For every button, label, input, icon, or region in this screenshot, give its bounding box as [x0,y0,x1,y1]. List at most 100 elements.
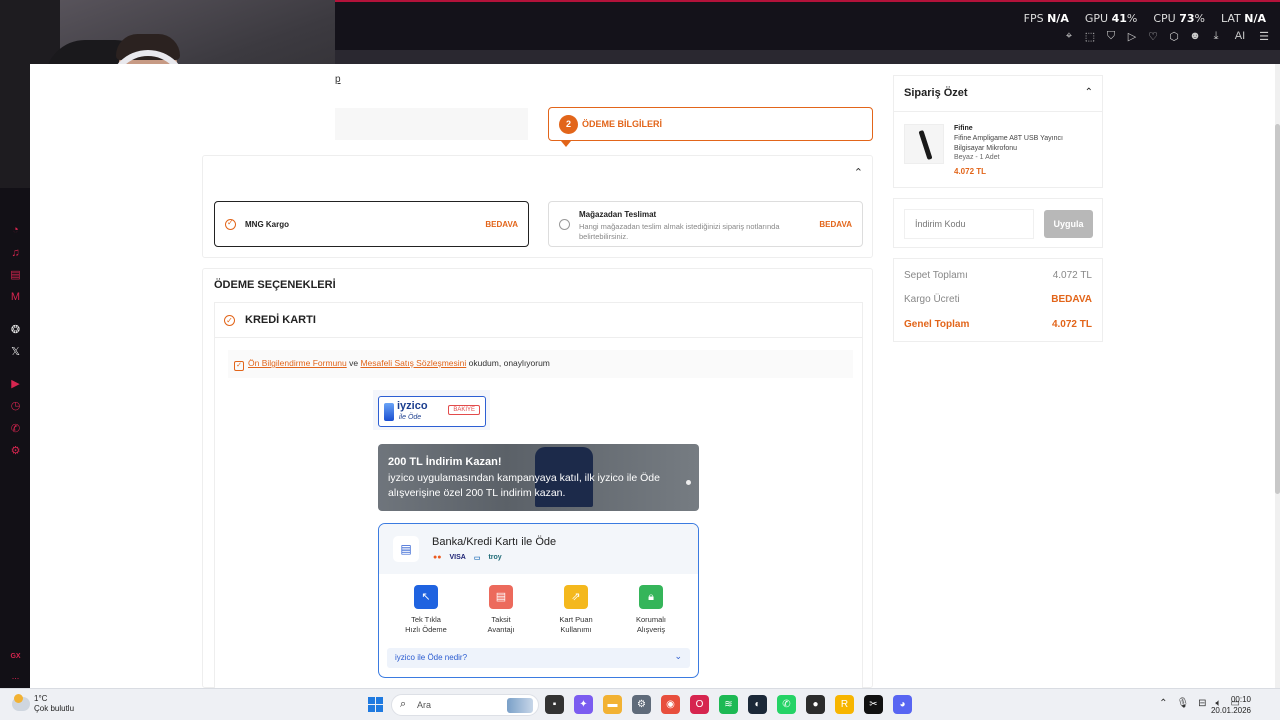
coupon-input[interactable] [904,209,1034,239]
step-label: ÖDEME BİLGİLERİ [582,119,663,129]
totals-section: Sepet Toplamı 4.072 TL Kargo Ücreti BEDAVA… [893,258,1103,342]
product-image [904,124,944,164]
card-icon: ▤ [393,536,419,562]
whatsapp-icon[interactable]: ✆ [9,423,22,436]
credit-card-option[interactable]: ✓ KREDİ KARTI [214,302,863,338]
shipping-option-desc: Hangi mağazadan teslim almak istediğiniz… [579,222,780,241]
agreement-checkbox[interactable]: ✓ [234,361,244,371]
cursor-icon: ↖ [414,585,438,609]
iyzico-promo-banner[interactable]: 200 TL İndirim Kazan! iyzico uygulamasın… [378,444,699,511]
heart-icon[interactable]: ♡ [1147,30,1159,43]
ai-icon[interactable]: AI [1231,30,1249,43]
taskbar-clock[interactable]: 00:10 20.01.2026 [1211,694,1251,716]
chevron-up-icon[interactable]: ⌃ [1085,87,1093,98]
carousel-dot[interactable] [686,480,691,485]
radio-selected-icon[interactable] [225,218,236,230]
speed-dial-icon[interactable]: ◔ [9,224,22,237]
extensions-icon[interactable]: ⬡ [1168,30,1180,43]
page-scrollbar[interactable] [1275,64,1280,688]
iyzico-logo[interactable]: iyzico ile Öde BAKİYE [378,396,486,427]
product-variant: Beyaz - 1 Adet [954,154,1000,161]
faq-label: iyzico ile Öde nedir? [395,653,468,662]
microphone-image [918,129,933,161]
iyzico-logo-text: iyzico [397,400,428,412]
taskbar-search[interactable]: ⌕ Ara [391,694,539,716]
settings-icon[interactable]: ⚙ [632,695,651,714]
feature-item: ▤ Taksit Avantajı [466,585,536,635]
step-previous[interactable] [335,108,528,140]
amex-logo-icon: ▭ [473,555,481,562]
subtotal-value: 4.072 TL [1052,270,1092,281]
chevron-down-icon[interactable]: ⌄ [674,651,682,662]
file-explorer-icon[interactable]: ▬ [603,695,622,714]
feature-label-line2: Hızlı Ödeme [405,625,447,634]
music-icon[interactable]: ♫ [9,247,22,260]
menu-icon[interactable]: ☰ [1258,30,1270,43]
distance-sales-link[interactable]: Mesafeli Satış Sözleşmesini [360,358,466,368]
windows-start-icon[interactable] [368,697,383,712]
download-icon[interactable]: ⤓ [1210,30,1222,43]
profile-icon[interactable]: ☻ [1189,30,1201,43]
steam-icon[interactable]: ◐ [748,695,767,714]
gx-label[interactable]: GX [9,650,22,663]
preliminary-info-link[interactable]: Ön Bilgilendirme Formunu [248,358,347,368]
x-icon[interactable]: 𝕏 [9,346,22,359]
microphone-icon[interactable]: 🎙︎ [1176,698,1189,709]
iyzico-logo-sub: ile Öde [399,414,422,421]
grand-total-label: Genel Toplam [904,319,970,330]
points-icon: ⇗ [564,585,588,609]
mail-icon[interactable]: M [9,291,22,304]
apply-coupon-button[interactable]: Uygula [1044,210,1093,238]
feature-label: Korumalı Alışveriş [616,615,686,635]
search-placeholder: Ara [417,700,432,710]
more-icon[interactable]: ... [9,670,22,683]
order-summary: Sipariş Özet ⌃ Fifine Fifine Ampligame A… [893,75,1103,188]
bank-card-header: ▤ Banka/Kredi Kartı ile Öde ●● VISA ▭ troy [379,524,698,574]
whatsapp-icon[interactable]: ✆ [777,695,796,714]
feature-label-line2: Avantajı [487,625,515,634]
crop-icon[interactable]: ⬚ [1084,30,1096,43]
discord-icon[interactable]: ◕ [893,695,912,714]
chrome-icon[interactable]: ◉ [661,695,680,714]
shipping-option-store[interactable]: Mağazadan Teslimat Hangi mağazadan tesli… [548,201,863,247]
balance-badge: BAKİYE [448,405,480,415]
chatgpt-icon[interactable]: ❂ [9,324,22,337]
settings-icon[interactable]: ⚙ [9,445,22,458]
cpu-stat: CPU 73% [1153,12,1205,25]
check-circle-icon[interactable]: ✓ [224,315,235,326]
shipping-option-price: BEDAVA [485,220,518,229]
iyzico-faq[interactable]: iyzico ile Öde nedir? ⌄ [387,648,690,668]
lat-stat: LAT N/A [1220,12,1266,25]
pin-icon[interactable]: ⌖ [1063,30,1075,43]
back-link[interactable]: p [335,74,341,85]
opera-gx-icon[interactable]: O [690,695,709,714]
bank-card-payment[interactable]: ▤ Banka/Kredi Kartı ile Öde ●● VISA ▭ troy … [378,523,699,678]
troy-logo-icon: troy [488,554,502,561]
player-icon[interactable]: ▶ [9,378,22,391]
scrollbar-thumb[interactable] [1275,124,1280,494]
card-brands: ●● VISA ▭ troy [433,554,502,562]
spotify-icon[interactable]: ≋ [719,695,738,714]
browser-sidebar: ◔ ♫ ▤ M ❂ 𝕏 ▶ ◷ ✆ ⚙ GX ... [0,188,30,688]
capcut-icon[interactable]: ✂ [864,695,883,714]
product-name: Fifine Ampligame A8T USB Yayıncı Bilgisa… [954,135,1063,152]
messenger-icon[interactable]: ▤ [9,269,22,282]
obs-icon[interactable]: ● [806,695,825,714]
chevron-up-icon[interactable]: ⌃ [1159,698,1167,709]
radio-icon[interactable] [559,219,570,230]
search-icon: ⌕ [400,698,407,710]
network-icon[interactable]: ⊟ [1198,698,1206,709]
copilot-icon[interactable]: ✦ [574,695,593,714]
shipping-option-mng[interactable]: MNG Kargo BEDAVA [214,201,529,247]
feature-item: ↖ Tek Tıkla Hızlı Ödeme [391,585,461,635]
shield-icon[interactable]: ⛉ [1105,30,1117,43]
history-icon[interactable]: ◷ [9,400,22,413]
play-icon[interactable]: ▷ [1126,30,1138,43]
agreement-mid-text: ve [346,358,361,368]
task-view-icon[interactable]: ▪ [545,695,564,714]
rockstar-icon[interactable]: R [835,695,854,714]
chevron-up-icon[interactable]: ⌃ [854,166,863,179]
bank-card-title: Banka/Kredi Kartı ile Öde [432,536,557,548]
shipping-fee-label: Kargo Ücreti [904,294,960,305]
grand-total-value: 4.072 TL [1051,319,1092,330]
